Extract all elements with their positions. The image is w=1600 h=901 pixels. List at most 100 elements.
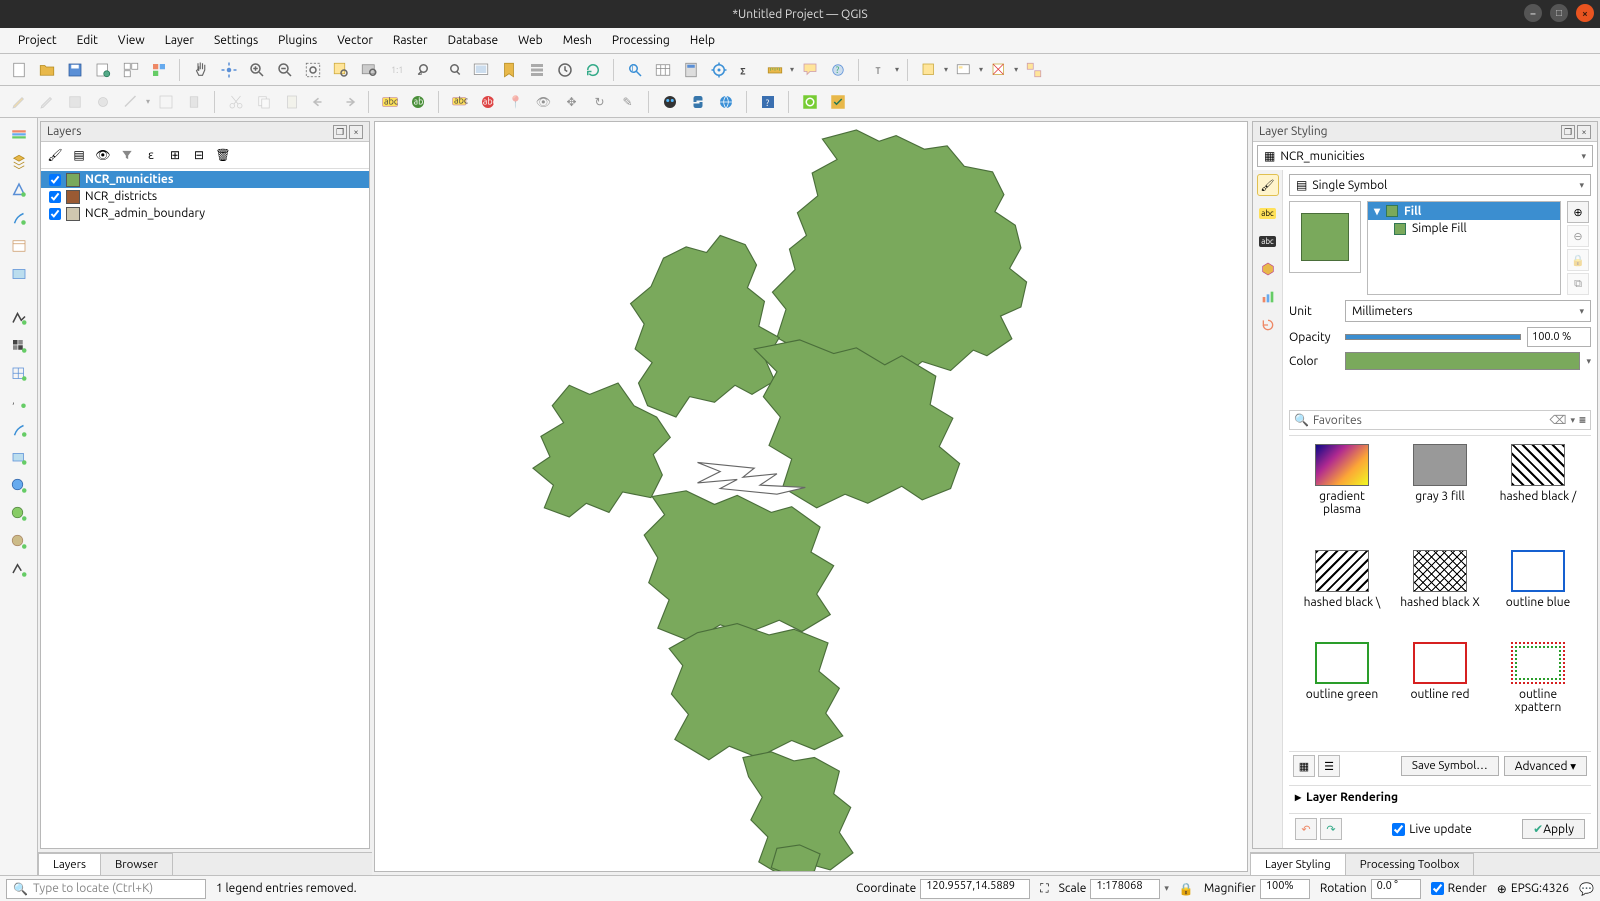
fav-outline-green[interactable]: outline green bbox=[1299, 642, 1385, 738]
processing-toolbox-button[interactable] bbox=[706, 57, 731, 82]
lock-scale-icon[interactable]: 🔒 bbox=[1179, 882, 1194, 896]
add-spatialite-icon[interactable] bbox=[5, 418, 33, 442]
menu-project[interactable]: Project bbox=[8, 30, 67, 51]
color-button[interactable] bbox=[1345, 352, 1580, 370]
opacity-slider[interactable] bbox=[1345, 334, 1521, 340]
style-search-input[interactable]: Favorites bbox=[1313, 414, 1546, 427]
expression-filter-icon[interactable]: ε bbox=[141, 145, 161, 165]
map-canvas[interactable] bbox=[374, 121, 1248, 872]
fav-hashed-slash[interactable]: hashed black / bbox=[1495, 444, 1581, 540]
add-wms-icon[interactable] bbox=[5, 474, 33, 498]
redo-style-button[interactable]: ↷ bbox=[1320, 818, 1342, 840]
symbol-layer-tree[interactable]: ▾Fill Simple Fill bbox=[1367, 201, 1561, 295]
magnifier-spinbox[interactable]: 100% bbox=[1260, 879, 1310, 899]
georeferencer-button[interactable] bbox=[825, 89, 850, 114]
zoom-native-button[interactable]: 1:1 bbox=[384, 57, 409, 82]
add-delimited-icon[interactable]: , bbox=[5, 390, 33, 414]
add-wcs-icon[interactable] bbox=[5, 530, 33, 554]
statistics-button[interactable]: Σ bbox=[734, 57, 759, 82]
fav-hashed-backslash[interactable]: hashed black \ bbox=[1299, 550, 1385, 633]
menu-edit[interactable]: Edit bbox=[67, 30, 108, 51]
icon-view-button[interactable]: ▦ bbox=[1293, 755, 1315, 777]
list-view-button[interactable]: ☰ bbox=[1318, 755, 1340, 777]
filter-legend-icon[interactable] bbox=[117, 145, 137, 165]
fav-gradient-plasma[interactable]: gradient plasma bbox=[1299, 444, 1385, 540]
live-update-checkbox[interactable]: Live update bbox=[1392, 823, 1472, 836]
undo-button[interactable] bbox=[307, 89, 332, 114]
masks-tab-icon[interactable]: abc bbox=[1257, 230, 1279, 252]
opacity-spinbox[interactable]: 100.0 % bbox=[1527, 327, 1591, 347]
delete-selected-button[interactable] bbox=[181, 89, 206, 114]
layer-row-districts[interactable]: NCR_districts bbox=[41, 188, 369, 205]
new-spatialite-icon[interactable] bbox=[5, 206, 33, 230]
style-manager-button[interactable] bbox=[146, 57, 171, 82]
deselect-button[interactable] bbox=[986, 57, 1011, 82]
locator-input[interactable]: 🔍Type to locate (Ctrl+K) bbox=[6, 879, 206, 899]
expand-all-icon[interactable]: ⊞ bbox=[165, 145, 185, 165]
open-project-button[interactable] bbox=[34, 57, 59, 82]
styling-layer-combo[interactable]: ▦NCR_municities bbox=[1257, 145, 1593, 167]
new-map-view-button[interactable] bbox=[468, 57, 493, 82]
window-minimize-button[interactable]: – bbox=[1524, 4, 1542, 22]
new-shapefile-icon[interactable] bbox=[5, 178, 33, 202]
python-console-button[interactable] bbox=[685, 89, 710, 114]
style-filter-icon[interactable]: ≡ bbox=[1579, 413, 1586, 427]
fav-outline-xpattern[interactable]: outline xpattern bbox=[1495, 642, 1581, 738]
add-virtual-icon[interactable] bbox=[5, 446, 33, 470]
label-change-icon[interactable]: ✎ bbox=[615, 89, 640, 114]
layers-undock-button[interactable]: ❐ bbox=[333, 125, 347, 139]
identify-button[interactable]: i bbox=[622, 57, 647, 82]
zoom-selection-button[interactable] bbox=[328, 57, 353, 82]
layer-row-municities[interactable]: NCR_municities bbox=[41, 171, 369, 188]
styling-close-button[interactable]: × bbox=[1577, 125, 1591, 139]
save-edits-button[interactable] bbox=[62, 89, 87, 114]
paste-button[interactable] bbox=[279, 89, 304, 114]
symbol-tree-simple-fill[interactable]: Simple Fill bbox=[1368, 220, 1560, 237]
select-all-button[interactable] bbox=[1021, 57, 1046, 82]
rotation-spinbox[interactable]: 0.0 ° bbox=[1371, 879, 1421, 899]
label-move-icon[interactable]: ✥ bbox=[559, 89, 584, 114]
add-symbol-layer-button[interactable]: ⊕ bbox=[1567, 201, 1589, 223]
zoom-last-button[interactable] bbox=[412, 57, 437, 82]
add-feature-button[interactable] bbox=[90, 89, 115, 114]
new-project-button[interactable] bbox=[6, 57, 31, 82]
window-close-button[interactable]: × bbox=[1576, 4, 1594, 22]
tab-layer-styling[interactable]: Layer Styling bbox=[1250, 853, 1346, 875]
text-annotation-button[interactable]: T bbox=[867, 57, 892, 82]
collapse-all-icon[interactable]: ⊟ bbox=[189, 145, 209, 165]
extents-icon[interactable]: ⛶ bbox=[1040, 882, 1048, 896]
menu-plugins[interactable]: Plugins bbox=[268, 30, 327, 51]
web-button[interactable] bbox=[713, 89, 738, 114]
attributes-table-button[interactable] bbox=[650, 57, 675, 82]
new-geopackage-icon[interactable] bbox=[5, 150, 33, 174]
layer-rendering-section[interactable]: ▸Layer Rendering bbox=[1289, 785, 1591, 808]
pan-to-selection-button[interactable] bbox=[216, 57, 241, 82]
help-button[interactable]: ? bbox=[755, 89, 780, 114]
redo-button[interactable] bbox=[335, 89, 360, 114]
plugin-manager-button[interactable] bbox=[657, 89, 682, 114]
undo-style-button[interactable]: ↶ bbox=[1295, 818, 1317, 840]
coordinate-input[interactable]: 120.9557,14.5889 bbox=[920, 879, 1030, 899]
menu-web[interactable]: Web bbox=[508, 30, 553, 51]
cut-button[interactable] bbox=[223, 89, 248, 114]
menu-database[interactable]: Database bbox=[438, 30, 509, 51]
label-pin-icon[interactable]: 📍 bbox=[503, 89, 528, 114]
zoom-layer-button[interactable] bbox=[356, 57, 381, 82]
remove-layer-icon[interactable]: 🗑 bbox=[213, 145, 233, 165]
menu-processing[interactable]: Processing bbox=[602, 30, 680, 51]
menu-raster[interactable]: Raster bbox=[383, 30, 438, 51]
unit-combo[interactable]: Millimeters bbox=[1345, 300, 1591, 322]
renderer-combo[interactable]: ▤Single Symbol bbox=[1289, 174, 1591, 196]
fav-outline-red[interactable]: outline red bbox=[1397, 642, 1483, 738]
save-project-button[interactable] bbox=[62, 57, 87, 82]
pan-button[interactable] bbox=[188, 57, 213, 82]
vertex-tool-button[interactable] bbox=[153, 89, 178, 114]
layer-checkbox-municities[interactable] bbox=[49, 174, 61, 186]
crs-button[interactable]: ⊕EPSG:4326 bbox=[1497, 882, 1569, 896]
render-checkbox[interactable]: Render bbox=[1431, 882, 1487, 895]
add-xyz-icon[interactable] bbox=[5, 502, 33, 526]
lock-symbol-layer-button[interactable]: 🔒 bbox=[1567, 249, 1589, 271]
layer-checkbox-admin[interactable] bbox=[49, 208, 61, 220]
manage-visibility-icon[interactable]: 👁 bbox=[93, 145, 113, 165]
label-tool-icon[interactable]: abc bbox=[447, 89, 472, 114]
